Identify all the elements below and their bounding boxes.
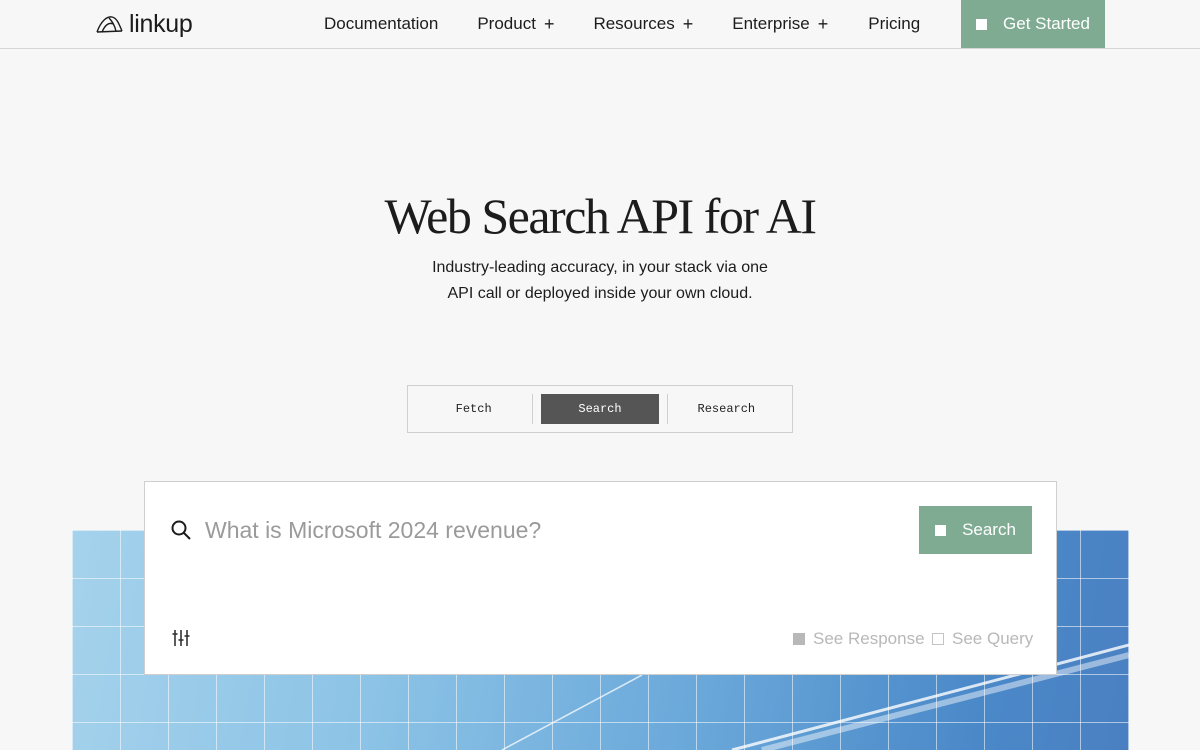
plus-icon: + — [817, 13, 829, 34]
nav-documentation[interactable]: Documentation — [324, 14, 438, 34]
get-started-button[interactable]: Get Started — [961, 0, 1105, 48]
see-query-toggle[interactable]: See Query — [932, 629, 1033, 649]
see-query-label: See Query — [952, 629, 1034, 648]
nav-label: Product — [477, 14, 536, 33]
checkbox-checked-icon — [793, 633, 805, 645]
square-icon — [976, 18, 988, 30]
nav-label: Documentation — [324, 14, 439, 33]
search-button[interactable]: Search — [919, 506, 1032, 554]
square-icon — [935, 524, 947, 536]
plus-icon: + — [543, 13, 555, 34]
see-response-toggle[interactable]: See Response — [793, 629, 925, 649]
search-button-label: Search — [962, 520, 1016, 539]
nav-label: Resources — [593, 14, 675, 33]
hero-subtitle-line-2: API call or deployed inside your own clo… — [447, 285, 753, 302]
tab-fetch[interactable]: Fetch — [415, 394, 532, 424]
search-icon — [170, 519, 192, 541]
plus-icon: + — [682, 13, 694, 34]
logo-link[interactable]: linkup — [95, 9, 193, 39]
hero-subtitle-line-1: Industry-leading accuracy, in your stack… — [432, 259, 768, 276]
site-header: linkup Documentation Product + Resources… — [0, 0, 1200, 49]
hero-subtitle: Industry-leading accuracy, in your stack… — [0, 255, 1200, 307]
sliders-icon[interactable] — [171, 628, 191, 648]
nav-enterprise[interactable]: Enterprise + — [732, 14, 828, 35]
tab-search[interactable]: Search — [541, 394, 659, 424]
nav-label: Pricing — [868, 14, 921, 33]
tab-research[interactable]: Research — [668, 394, 785, 424]
search-input[interactable] — [205, 512, 905, 548]
logo-text: linkup — [129, 9, 193, 38]
nav-product[interactable]: Product + — [477, 14, 554, 35]
mode-tabs: Fetch Search Research — [407, 385, 793, 433]
nav-label: Enterprise — [732, 14, 810, 33]
see-response-label: See Response — [813, 629, 925, 648]
checkbox-unchecked-icon — [932, 633, 944, 645]
search-card: Search See Response See Query — [144, 481, 1057, 675]
tab-divider — [532, 394, 534, 424]
nav-pricing[interactable]: Pricing — [868, 14, 920, 34]
get-started-label: Get Started — [1003, 14, 1090, 33]
main-nav: Documentation Product + Resources + Ente… — [324, 0, 920, 48]
hero-title: Web Search API for AI — [384, 188, 817, 244]
linkup-logo-icon — [95, 13, 125, 35]
nav-resources[interactable]: Resources + — [593, 14, 693, 35]
